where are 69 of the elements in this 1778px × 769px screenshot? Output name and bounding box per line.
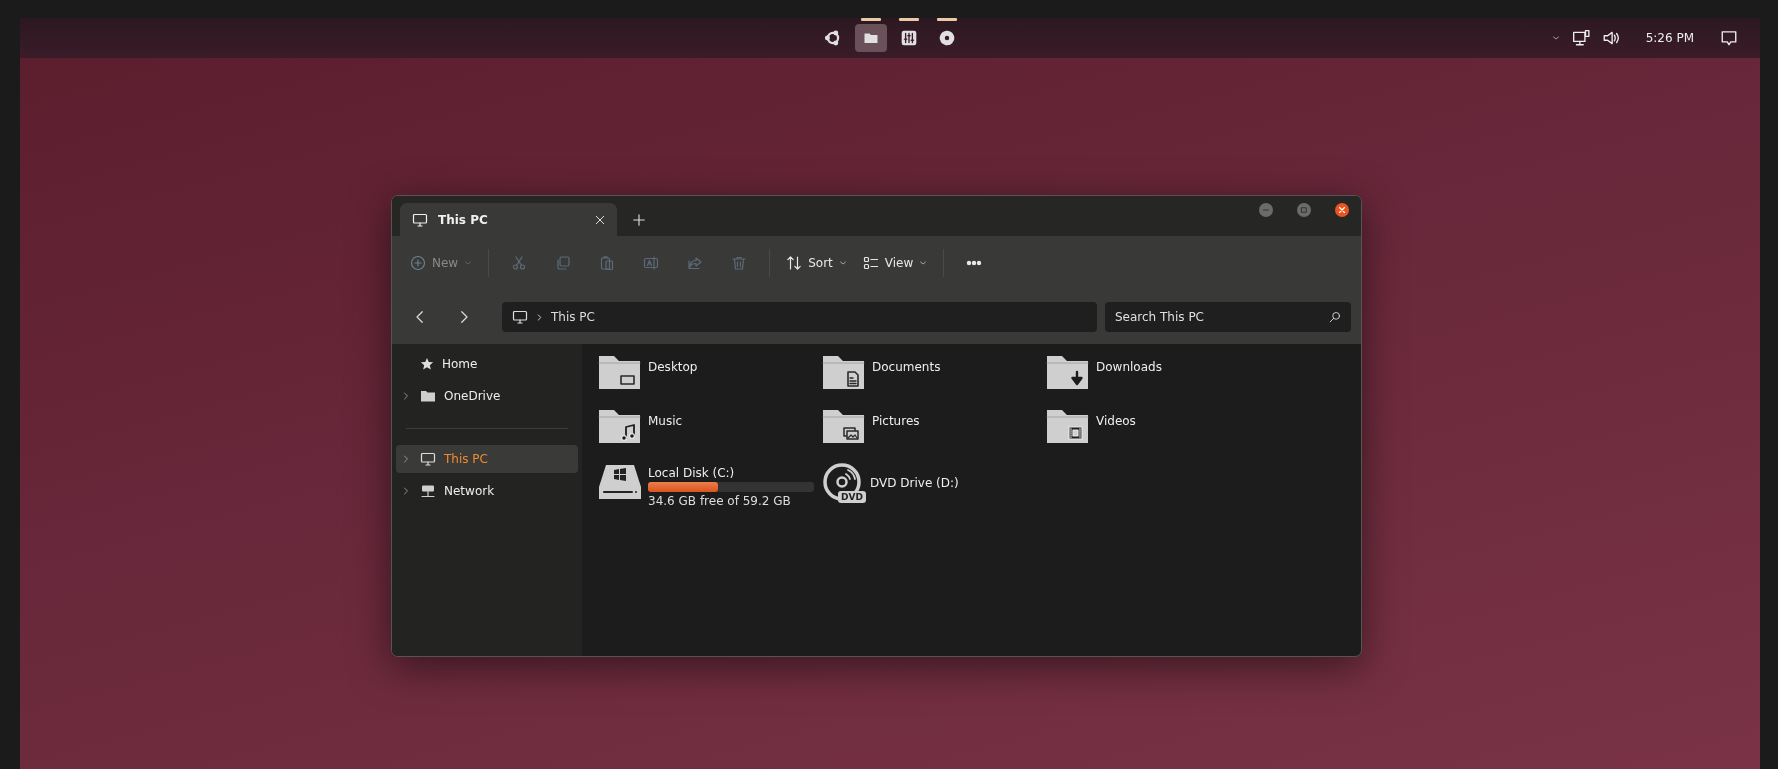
folder-icon xyxy=(598,354,642,390)
folder-item[interactable]: Documents xyxy=(822,352,1046,404)
sidebar-item[interactable]: Network xyxy=(396,477,578,505)
minimize-button[interactable] xyxy=(1259,203,1273,217)
sort-icon xyxy=(786,255,803,271)
clock[interactable]: 5:26 PM xyxy=(1645,31,1694,45)
close-button[interactable] xyxy=(1335,203,1349,217)
expand-chevron-icon xyxy=(402,487,410,495)
mixer-icon xyxy=(900,29,918,47)
chevron-down-icon xyxy=(838,259,847,267)
dvd-badge: DVD xyxy=(838,491,866,503)
network-drive-icon xyxy=(420,483,436,499)
toolbar-menu-button[interactable]: Sort xyxy=(780,246,853,280)
address-bar[interactable]: This PC xyxy=(502,302,1097,332)
computer-icon xyxy=(420,451,436,467)
plus-icon xyxy=(633,213,645,226)
rename-icon xyxy=(643,255,660,271)
close-icon xyxy=(1338,206,1346,214)
toolbar-menu-button[interactable]: View xyxy=(856,246,934,280)
back-icon xyxy=(414,308,426,326)
chevron-down-icon xyxy=(464,259,473,267)
ubuntu-logo-icon xyxy=(824,29,842,47)
maximize-icon xyxy=(1300,206,1308,214)
forward-icon xyxy=(458,308,470,326)
minimize-icon xyxy=(1262,206,1270,214)
sidebar-item[interactable]: OneDrive xyxy=(396,382,578,410)
expand-chevron-icon xyxy=(402,392,410,400)
chevron-down-icon xyxy=(919,259,928,267)
close-icon xyxy=(595,214,605,225)
folder-item[interactable]: Downloads xyxy=(1046,352,1270,404)
computer-icon xyxy=(412,211,428,228)
scissors-icon xyxy=(511,255,528,271)
gear-icon xyxy=(938,29,956,47)
folder-icon xyxy=(598,408,642,444)
chevron-down-icon xyxy=(1551,34,1560,42)
copy-icon xyxy=(555,255,572,271)
close-tab-button[interactable] xyxy=(595,214,605,225)
folder-item[interactable]: Videos xyxy=(1046,406,1270,458)
folder-icon xyxy=(420,388,436,404)
computer-icon xyxy=(512,309,528,325)
folder-icon xyxy=(822,354,866,390)
trash-icon xyxy=(731,255,748,271)
maximize-button[interactable] xyxy=(1297,203,1311,217)
folder-icon xyxy=(1046,408,1090,444)
search-field[interactable]: Search This PC xyxy=(1105,302,1351,332)
notification-icon xyxy=(1720,29,1738,47)
sidebar-item[interactable]: This PC xyxy=(396,445,578,473)
folder-item[interactable]: Pictures xyxy=(822,406,1046,458)
drive-item[interactable]: DVD DVD Drive (D:) xyxy=(822,460,1046,512)
network-icon xyxy=(1571,29,1590,47)
plus-circle-icon xyxy=(410,255,426,271)
share-icon xyxy=(687,255,704,271)
dock-icon-tile[interactable] xyxy=(855,24,887,52)
folder-icon xyxy=(822,408,866,444)
hard-drive-icon xyxy=(598,462,642,502)
speaker-icon xyxy=(1601,29,1620,47)
clipboard-icon xyxy=(599,255,616,271)
folder-icon xyxy=(1046,354,1090,390)
star-icon xyxy=(420,357,434,371)
tab[interactable]: This PC xyxy=(400,203,617,236)
expand-chevron-icon xyxy=(402,455,410,463)
sidebar-item[interactable]: Home xyxy=(396,350,578,378)
folder-item[interactable]: Desktop xyxy=(598,352,822,404)
list-view-icon xyxy=(862,255,879,271)
dock-item[interactable] xyxy=(855,18,887,54)
drive-item[interactable]: Local Disk (C:) 34.6 GB free of 59.2 GB xyxy=(598,460,822,512)
folder-item[interactable]: Music xyxy=(598,406,822,458)
search-icon xyxy=(1329,311,1341,323)
chevron-right-icon xyxy=(536,313,543,321)
